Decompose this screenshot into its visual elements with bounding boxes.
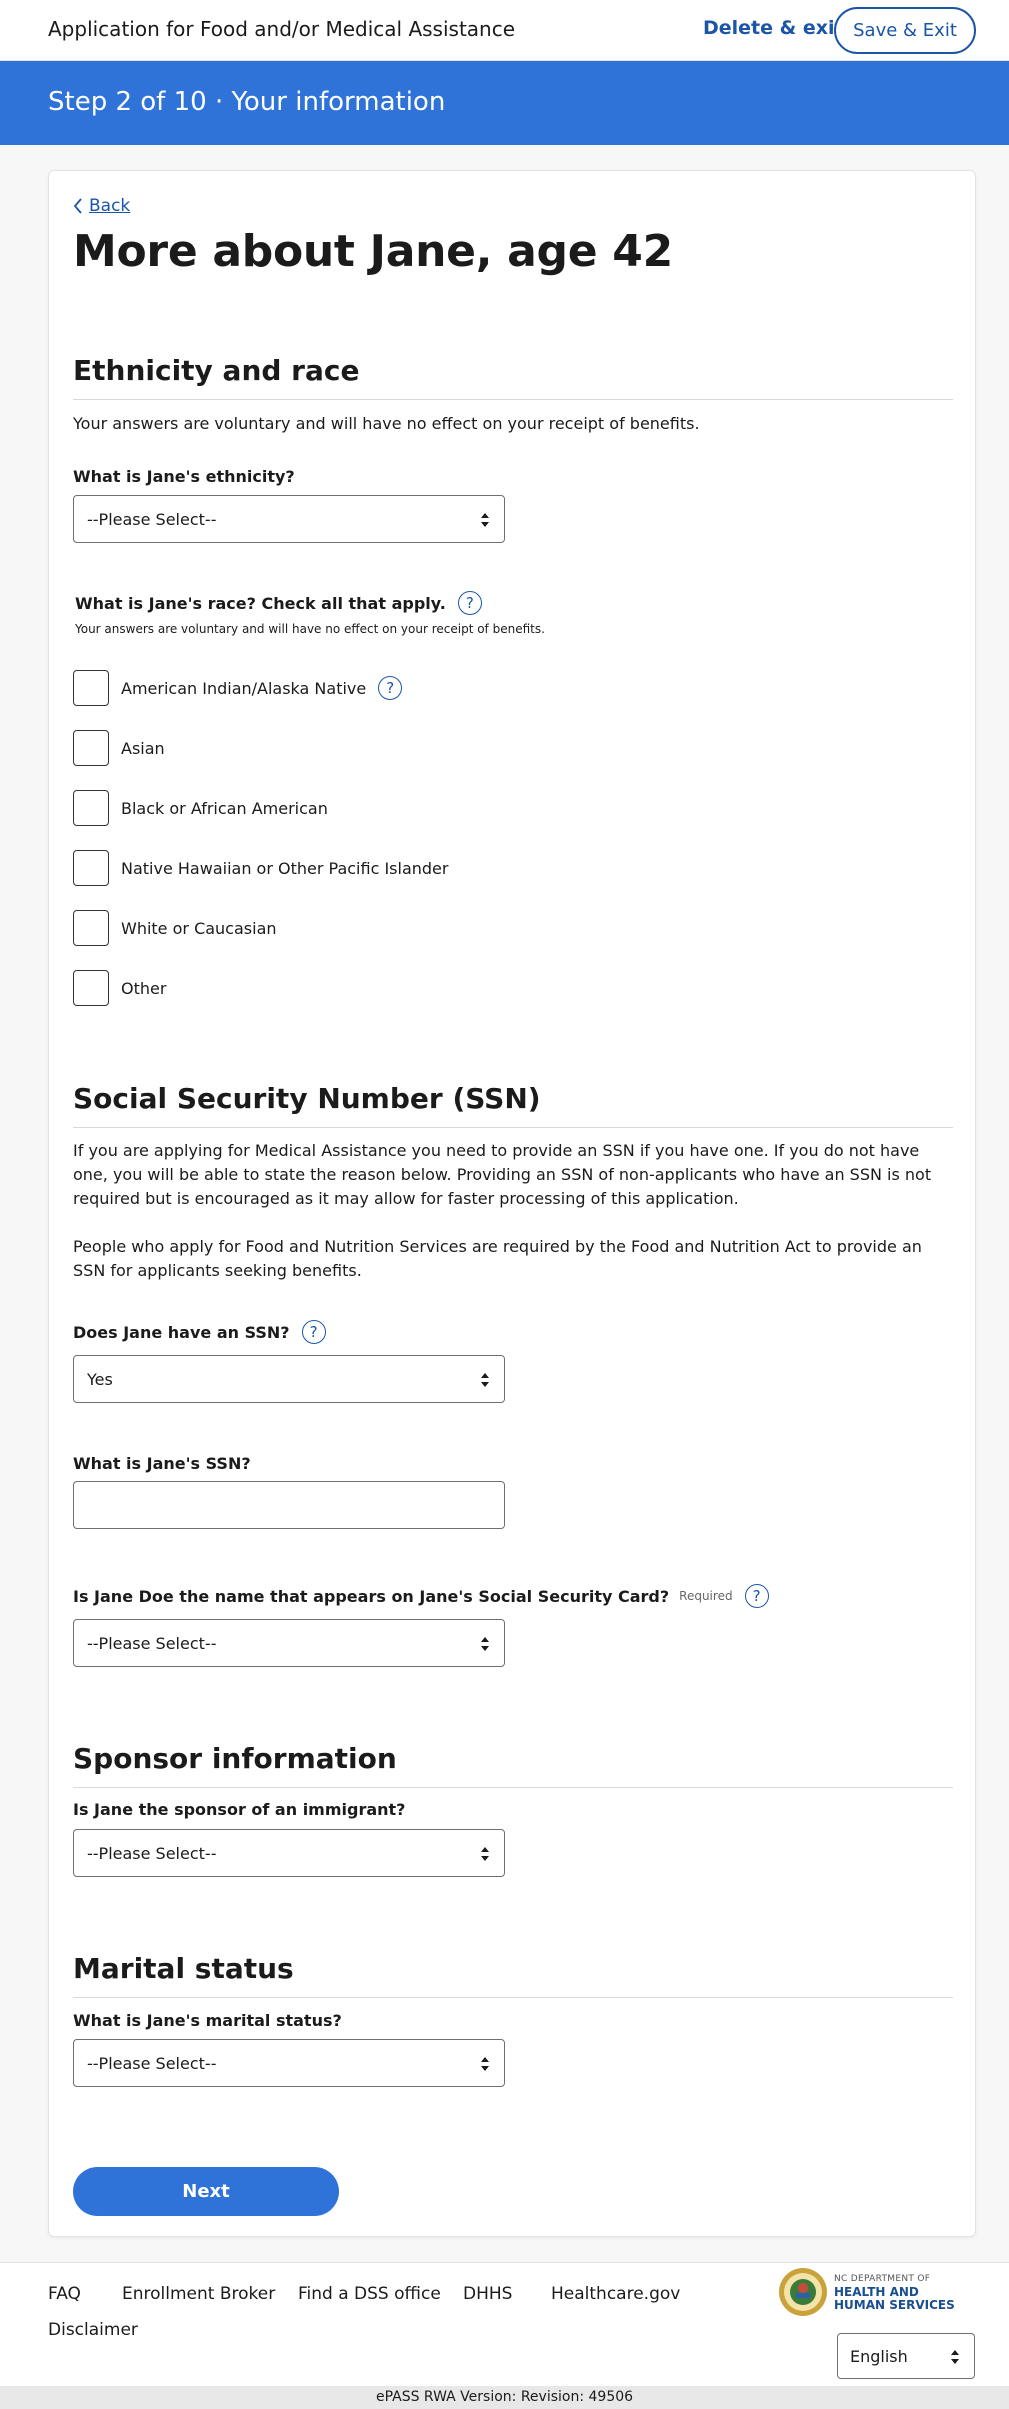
language-select[interactable]: English xyxy=(837,2333,975,2379)
ssn-name-label-row: Is Jane Doe the name that appears on Jan… xyxy=(73,1584,769,1608)
divider xyxy=(73,1787,953,1788)
marital-label: What is Jane's marital status? xyxy=(73,2011,342,2030)
section-title-sponsor: Sponsor information xyxy=(73,1742,397,1775)
footer-link-faq[interactable]: FAQ xyxy=(48,2284,81,2304)
race-option-black[interactable]: Black or African American xyxy=(73,790,328,826)
ethnicity-select-value: --Please Select-- xyxy=(87,509,217,529)
checkbox-label: American Indian/Alaska Native xyxy=(121,678,367,698)
select-arrows-icon xyxy=(951,2350,959,2364)
race-option-other[interactable]: Other xyxy=(73,970,166,1006)
next-button[interactable]: Next xyxy=(73,2167,339,2216)
race-label: What is Jane's race? Check all that appl… xyxy=(75,593,446,613)
checkbox-label: Other xyxy=(121,978,167,998)
ethnicity-select[interactable]: --Please Select-- xyxy=(73,495,505,543)
ssn-name-select[interactable]: --Please Select-- xyxy=(73,1619,505,1667)
sponsor-select-value: --Please Select-- xyxy=(87,1843,217,1863)
step-indicator: Step 2 of 10 · Your information xyxy=(48,87,446,117)
ssn-paragraph-2: People who apply for Food and Nutrition … xyxy=(73,1237,922,1280)
section-title-ssn: Social Security Number (SSN) xyxy=(73,1082,541,1115)
race-option-white[interactable]: White or Caucasian xyxy=(73,910,277,946)
form-card: Back More about Jane, age 42 Ethnicity a… xyxy=(48,170,976,2237)
checkbox-label: White or Caucasian xyxy=(121,918,277,938)
help-icon[interactable]: ? xyxy=(744,1584,769,1608)
race-option-american-indian[interactable]: American Indian/Alaska Native ? xyxy=(73,670,403,706)
section-title-marital: Marital status xyxy=(73,1952,294,1985)
footer-link-healthcare-gov[interactable]: Healthcare.gov xyxy=(551,2284,680,2304)
race-option-asian[interactable]: Asian xyxy=(73,730,165,766)
voluntary-note: Your answers are voluntary and will have… xyxy=(73,414,700,433)
footer-link-find-dss-office[interactable]: Find a DSS office xyxy=(298,2284,441,2304)
footer-link-dhhs[interactable]: DHHS xyxy=(463,2284,512,2304)
logo-line-1: NC DEPARTMENT OF xyxy=(834,2273,931,2284)
checkbox[interactable] xyxy=(73,730,109,766)
select-arrows-icon xyxy=(481,1847,489,1861)
has-ssn-select[interactable]: Yes xyxy=(73,1355,505,1403)
back-link[interactable]: Back xyxy=(73,196,130,216)
logo-line-2: HEALTH AND xyxy=(834,2284,919,2299)
back-label: Back xyxy=(89,196,131,216)
ssn-label: What is Jane's SSN? xyxy=(73,1454,251,1473)
marital-select-value: --Please Select-- xyxy=(87,2053,217,2073)
checkbox-label: Asian xyxy=(121,738,165,758)
has-ssn-label: Does Jane have an SSN? xyxy=(73,1322,290,1342)
language-select-value: English xyxy=(850,2346,908,2366)
checkbox-label: Black or African American xyxy=(121,798,328,818)
page-title: More about Jane, age 42 xyxy=(73,226,673,277)
divider xyxy=(73,1997,953,1998)
divider xyxy=(73,399,953,400)
has-ssn-select-value: Yes xyxy=(87,1369,113,1389)
marital-select[interactable]: --Please Select-- xyxy=(73,2039,505,2087)
select-arrows-icon xyxy=(481,513,489,527)
help-icon[interactable]: ? xyxy=(457,591,482,615)
has-ssn-label-row: Does Jane have an SSN? ? xyxy=(73,1320,326,1344)
race-note: Your answers are voluntary and will have… xyxy=(75,622,545,636)
help-icon[interactable]: ? xyxy=(378,676,403,700)
ssn-paragraph-1: If you are applying for Medical Assistan… xyxy=(73,1141,932,1208)
footer-link-enrollment-broker[interactable]: Enrollment Broker xyxy=(122,2284,275,2304)
nc-seal-icon xyxy=(779,2268,827,2316)
dhhs-logo: NC DEPARTMENT OF HEALTH AND HUMAN SERVIC… xyxy=(778,2267,955,2317)
app-title: Application for Food and/or Medical Assi… xyxy=(48,17,516,41)
sponsor-select[interactable]: --Please Select-- xyxy=(73,1829,505,1877)
checkbox[interactable] xyxy=(73,790,109,826)
step-banner: Step 2 of 10 · Your information xyxy=(0,61,1009,145)
race-label-row: What is Jane's race? Check all that appl… xyxy=(75,591,482,615)
race-option-native-hawaiian[interactable]: Native Hawaiian or Other Pacific Islande… xyxy=(73,850,448,886)
version-bar: ePASS RWA Version: Revision: 49506 xyxy=(0,2386,1009,2409)
help-icon[interactable]: ? xyxy=(301,1320,326,1344)
select-arrows-icon xyxy=(481,1373,489,1387)
delete-exit-link[interactable]: Delete & exit xyxy=(703,17,844,39)
chevron-left-icon xyxy=(73,198,82,214)
section-title-ethnicity: Ethnicity and race xyxy=(73,354,360,387)
footer: FAQ Enrollment Broker Find a DSS office … xyxy=(0,2262,1009,2386)
checkbox[interactable] xyxy=(73,970,109,1006)
checkbox[interactable] xyxy=(73,910,109,946)
footer-link-disclaimer[interactable]: Disclaimer xyxy=(48,2320,138,2340)
ssn-name-select-value: --Please Select-- xyxy=(87,1633,217,1653)
select-arrows-icon xyxy=(481,2057,489,2071)
ethnicity-label: What is Jane's ethnicity? xyxy=(73,467,295,486)
ssn-input[interactable] xyxy=(73,1481,505,1529)
divider xyxy=(73,1127,953,1128)
checkbox-label: Native Hawaiian or Other Pacific Islande… xyxy=(121,858,449,878)
ssn-name-label: Is Jane Doe the name that appears on Jan… xyxy=(73,1586,670,1606)
sponsor-label: Is Jane the sponsor of an immigrant? xyxy=(73,1800,406,1819)
logo-line-3: HUMAN SERVICES xyxy=(834,2297,955,2312)
logo-text: NC DEPARTMENT OF HEALTH AND HUMAN SERVIC… xyxy=(834,2273,955,2312)
checkbox[interactable] xyxy=(73,850,109,886)
select-arrows-icon xyxy=(481,1637,489,1651)
save-exit-button[interactable]: Save & Exit xyxy=(834,7,976,54)
checkbox[interactable] xyxy=(73,670,109,706)
required-indicator: Required xyxy=(679,1589,733,1603)
app-header: Application for Food and/or Medical Assi… xyxy=(0,0,1009,61)
